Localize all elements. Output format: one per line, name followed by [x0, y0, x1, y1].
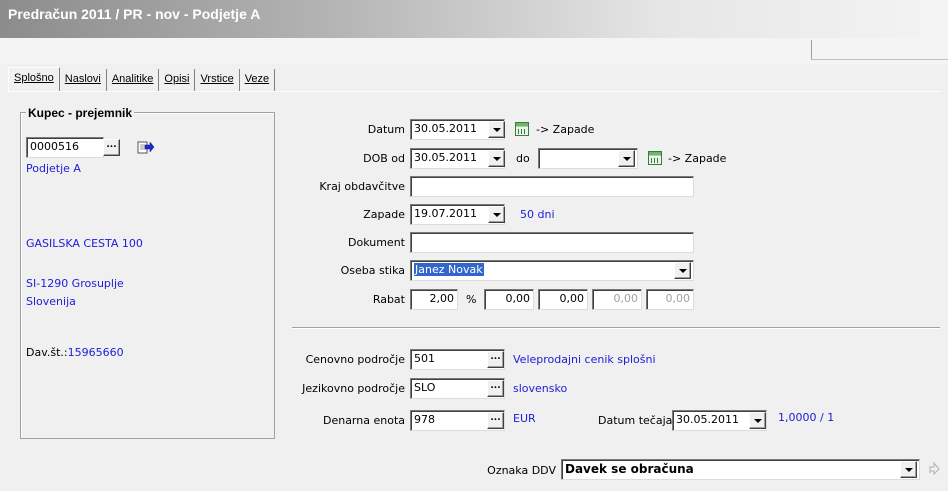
zapade-label: Zapade — [363, 208, 405, 221]
oseba-select[interactable]: Janez Novak — [410, 260, 694, 281]
ddv-label: Oznaka DDV — [487, 464, 556, 477]
toolstrip — [0, 38, 948, 64]
buyer-tax-label: Dav.št.: — [26, 346, 68, 359]
denarna-description: EUR — [513, 412, 536, 425]
kraj-label: Kraj obdavčitve — [319, 180, 405, 193]
calendar-icon[interactable] — [515, 122, 529, 136]
oseba-label: Oseba stika — [340, 264, 405, 277]
denarna-label: Denarna enota — [322, 414, 405, 427]
oseba-selected-value: Janez Novak — [414, 263, 484, 276]
tab-bar: Splošno Naslovi Analitike Opisi Vrstice … — [8, 67, 276, 92]
buyer-section-title: Kupec - prejemnik — [26, 106, 135, 120]
dob-to-label: do — [516, 152, 530, 165]
tab-analitike[interactable]: Analitike — [107, 69, 160, 91]
ddv-select[interactable]: Davek se obračuna — [561, 459, 920, 480]
zapade-dropdown-button[interactable] — [488, 206, 505, 223]
dob-from-dropdown-button[interactable] — [488, 150, 505, 167]
cenovno-label: Cenovno področje — [305, 353, 405, 366]
tab-opisi[interactable]: Opisi — [159, 69, 196, 91]
buyer-name: Podjetje A — [26, 162, 81, 175]
cenovno-description: Veleprodajni cenik splošni — [513, 353, 656, 366]
toolstrip-box — [811, 40, 948, 60]
jezikovno-description: slovensko — [513, 382, 568, 395]
buyer-tax: Dav.št.:15965660 — [26, 346, 124, 359]
dob-label: DOB od — [363, 152, 405, 165]
buyer-country: Slovenija — [26, 295, 76, 308]
buyer-open-icon[interactable] — [137, 139, 155, 155]
tab-panel-border — [8, 91, 940, 92]
dob-to-dropdown-button[interactable] — [618, 150, 635, 167]
jezikovno-browse-button[interactable]: ... — [487, 380, 504, 397]
calendar-icon[interactable] — [648, 151, 662, 165]
rabat-input-1[interactable]: 2,00 — [410, 289, 458, 310]
cenovno-browse-button[interactable]: ... — [487, 351, 504, 368]
ddv-dropdown-button[interactable] — [900, 461, 917, 478]
ddv-edit-icon[interactable] — [926, 460, 942, 476]
tab-splosno[interactable]: Splošno — [8, 67, 60, 92]
dokument-input[interactable] — [410, 232, 694, 253]
buyer-tax-number: 15965660 — [67, 346, 124, 359]
form-separator — [292, 327, 940, 329]
tab-vrstice[interactable]: Vrstice — [195, 69, 240, 91]
rabat-label: Rabat — [372, 293, 405, 306]
buyer-browse-button[interactable]: ... — [103, 139, 120, 156]
buyer-street: GASILSKA CESTA 100 — [26, 237, 143, 250]
rabat-input-5: 0,00 — [646, 289, 694, 310]
window-title: Predračun 2011 / PR - nov - Podjetje A — [8, 6, 261, 22]
dob-zapade-link[interactable]: -> Zapade — [668, 152, 726, 165]
rabat-input-3[interactable]: 0,00 — [538, 289, 588, 310]
datum-zapade-link[interactable]: -> Zapade — [536, 123, 594, 136]
buyer-code-input[interactable]: 0000516 — [26, 137, 104, 158]
rabat-input-2[interactable]: 0,00 — [484, 289, 534, 310]
tecaj-label: Datum tečaja — [598, 414, 673, 427]
jezikovno-label: Jezikovno področje — [302, 382, 405, 395]
datum-dropdown-button[interactable] — [488, 121, 505, 138]
rabat-percent: % — [466, 293, 477, 306]
tecaj-dropdown-button[interactable] — [749, 412, 766, 429]
denarna-browse-button[interactable]: ... — [487, 412, 504, 429]
tecaj-rate: 1,0000 / 1 — [778, 411, 835, 424]
rabat-input-4: 0,00 — [592, 289, 642, 310]
tab-naslovi[interactable]: Naslovi — [60, 69, 107, 91]
window-titlebar: Predračun 2011 / PR - nov - Podjetje A — [0, 0, 948, 38]
oseba-dropdown-button[interactable] — [674, 262, 691, 279]
dokument-label: Dokument — [348, 236, 405, 249]
buyer-postal: SI-1290 Grosuplje — [26, 277, 124, 290]
tab-veze[interactable]: Veze — [240, 69, 276, 91]
kraj-input[interactable] — [410, 176, 694, 197]
datum-label: Datum — [367, 123, 405, 136]
zapade-days: 50 dni — [520, 208, 555, 221]
